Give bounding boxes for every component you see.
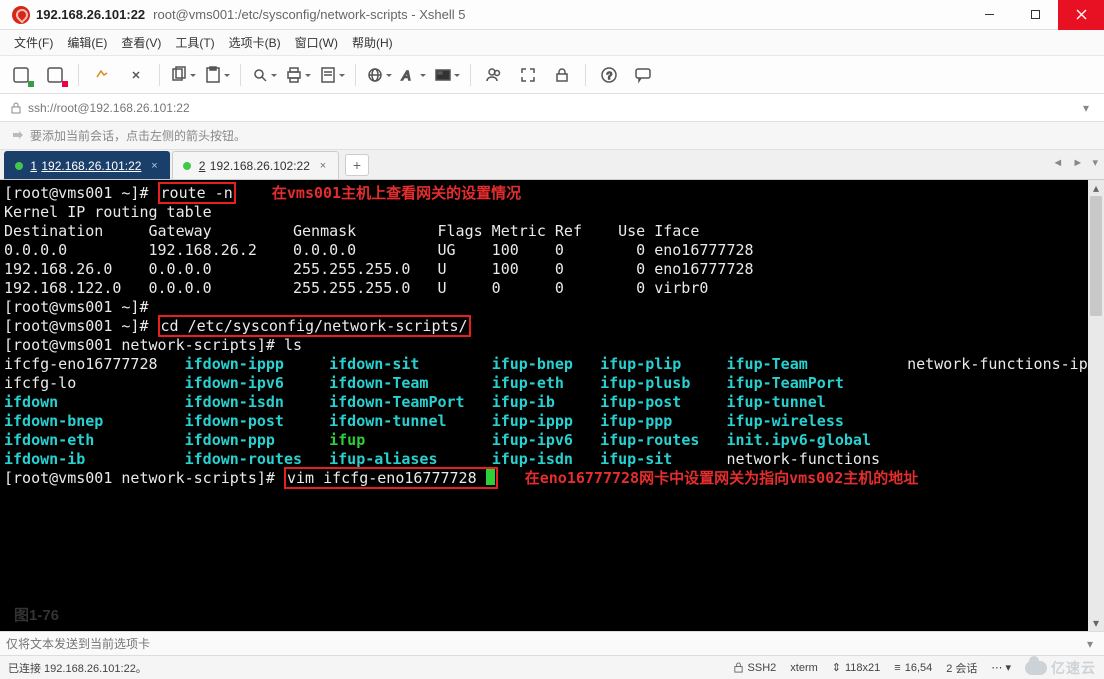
menu-help[interactable]: 帮助(H) — [346, 31, 399, 54]
globe-icon[interactable] — [364, 61, 394, 89]
menu-bar: 文件(F) 编辑(E) 查看(V) 工具(T) 选项卡(B) 窗口(W) 帮助(… — [0, 30, 1104, 56]
menu-window[interactable]: 窗口(W) — [289, 31, 344, 54]
window-title-path: root@vms001:/etc/sysconfig/network-scrip… — [153, 7, 465, 22]
window-title-host: 192.168.26.101:22 — [36, 7, 145, 22]
tip-text: 要添加当前会话，点击左侧的箭头按钮。 — [30, 127, 246, 144]
find-icon[interactable] — [249, 61, 279, 89]
tab-close-icon[interactable]: × — [147, 159, 161, 173]
send-text-bar: ▾ — [0, 631, 1104, 655]
new-session-icon[interactable] — [6, 61, 36, 89]
disconnect-icon[interactable] — [121, 61, 151, 89]
status-cursor: ≡ 16,54 — [894, 662, 932, 674]
open-session-icon[interactable] — [40, 61, 70, 89]
address-bar: ▾ — [0, 94, 1104, 122]
help-icon[interactable]: ? — [594, 61, 624, 89]
session-tab-2[interactable]: 2 192.168.26.102:22 × — [172, 151, 338, 179]
ssh-lock-icon — [10, 102, 22, 114]
maximize-button[interactable] — [1012, 0, 1058, 30]
svg-text:A: A — [401, 68, 411, 83]
tab-close-icon[interactable]: × — [316, 159, 330, 173]
copy-icon[interactable] — [168, 61, 198, 89]
new-tab-button[interactable]: + — [345, 154, 369, 176]
status-connection: 已连接 192.168.26.101:22。 — [8, 660, 147, 676]
window-buttons — [966, 0, 1104, 30]
app-icon — [12, 6, 30, 24]
status-protocol: SSH2 — [733, 662, 777, 674]
chat-icon[interactable] — [628, 61, 658, 89]
vertical-scrollbar[interactable]: ▴ ▾ — [1088, 180, 1104, 631]
status-dot-icon — [15, 162, 23, 170]
close-button[interactable] — [1058, 0, 1104, 30]
users-icon[interactable] — [479, 61, 509, 89]
print-icon[interactable] — [283, 61, 313, 89]
color-scheme-icon[interactable] — [432, 61, 462, 89]
status-sessions: 2 会话 — [946, 660, 977, 676]
status-size: ⇕ 118x21 — [832, 661, 881, 674]
title-bar: 192.168.26.101:22 root@vms001:/etc/sysco… — [0, 0, 1104, 30]
svg-text:?: ? — [607, 71, 613, 82]
send-target-dropdown-icon[interactable]: ▾ — [1082, 637, 1098, 651]
toolbar: A ? — [0, 56, 1104, 94]
tab-nav-arrows[interactable]: ◄ ► ▾ — [1052, 156, 1098, 169]
status-more-icon[interactable]: ⋯ ▾ — [991, 661, 1011, 674]
menu-tools[interactable]: 工具(T) — [169, 31, 220, 54]
properties-icon[interactable] — [317, 61, 347, 89]
fullscreen-icon[interactable] — [513, 61, 543, 89]
session-tab-1[interactable]: 1 192.168.26.101:22 × — [4, 151, 170, 179]
send-text-input[interactable] — [6, 637, 1082, 651]
menu-edit[interactable]: 编辑(E) — [61, 31, 113, 54]
reconnect-icon[interactable] — [87, 61, 117, 89]
status-termtype: xterm — [790, 662, 818, 674]
menu-file[interactable]: 文件(F) — [8, 31, 59, 54]
watermark: 亿速云 — [1025, 658, 1096, 678]
figure-label: 图1-76 — [14, 604, 59, 625]
menu-tabs[interactable]: 选项卡(B) — [223, 31, 287, 54]
font-icon[interactable]: A — [398, 61, 428, 89]
session-tab-label: 192.168.26.101:22 — [41, 159, 141, 173]
session-tab-label: 192.168.26.102:22 — [210, 159, 310, 173]
lock-icon — [733, 662, 744, 673]
status-dot-icon — [183, 162, 191, 170]
session-tab-strip: 1 192.168.26.101:22 × 2 192.168.26.102:2… — [0, 150, 1104, 180]
menu-view[interactable]: 查看(V) — [115, 31, 167, 54]
paste-icon[interactable] — [202, 61, 232, 89]
lock-icon[interactable] — [547, 61, 577, 89]
tip-bar: 要添加当前会话，点击左侧的箭头按钮。 — [0, 122, 1104, 150]
minimize-button[interactable] — [966, 0, 1012, 30]
terminal-area[interactable]: [root@vms001 ~]# route -n 在vms001主机上查看网关… — [0, 180, 1104, 631]
arrow-add-icon[interactable] — [10, 129, 24, 143]
address-input[interactable] — [28, 101, 1072, 115]
address-dropdown-icon[interactable]: ▾ — [1078, 101, 1094, 115]
status-bar: 已连接 192.168.26.101:22。 SSH2 xterm ⇕ 118x… — [0, 655, 1104, 679]
